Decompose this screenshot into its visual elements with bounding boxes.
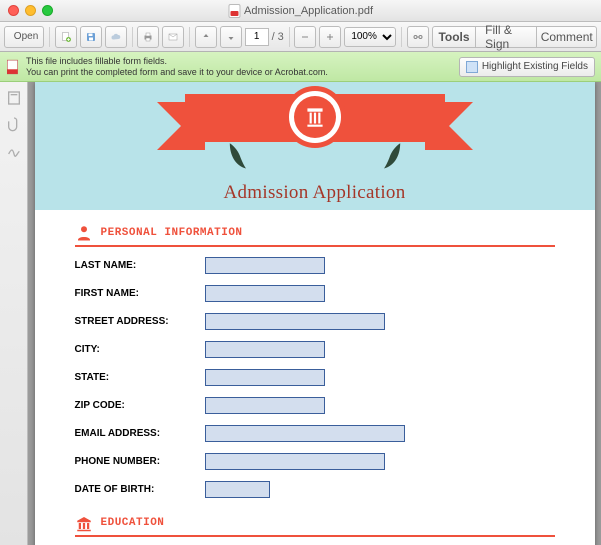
floppy-disk-icon <box>85 30 97 44</box>
pdf-file-icon <box>228 4 240 18</box>
input-email[interactable] <box>205 425 405 442</box>
label-last-name: LAST NAME: <box>75 260 205 271</box>
laurel-right-icon <box>375 137 411 173</box>
input-state[interactable] <box>205 369 325 386</box>
cloud-icon <box>110 30 122 44</box>
medallion <box>284 86 346 148</box>
page-number-input[interactable] <box>245 28 269 46</box>
label-city: CITY: <box>75 344 205 355</box>
zoom-window-button[interactable] <box>42 5 53 16</box>
document-stage: Admission Application PERSONAL INFORMATI… <box>0 82 601 545</box>
document-plus-icon <box>60 30 72 44</box>
label-email: EMAIL ADDRESS: <box>75 428 205 439</box>
input-city[interactable] <box>205 341 325 358</box>
label-street: STREET ADDRESS: <box>75 316 205 327</box>
zoom-in-button[interactable] <box>319 26 341 48</box>
label-first-name: FIRST NAME: <box>75 288 205 299</box>
laurel-left-icon <box>219 137 255 173</box>
input-street[interactable] <box>205 313 385 330</box>
page-separator: / <box>272 31 275 43</box>
plus-icon <box>324 30 336 44</box>
cloud-button[interactable] <box>105 26 127 48</box>
fill-sign-button[interactable]: Fill & Sign <box>476 26 537 48</box>
section-personal-header: PERSONAL INFORMATION <box>75 224 555 247</box>
nav-sidebar <box>0 82 28 545</box>
section-education-header: EDUCATION <box>75 514 555 537</box>
column-icon <box>302 104 328 130</box>
person-icon <box>75 224 93 242</box>
label-zip: ZIP CODE: <box>75 400 205 411</box>
arrow-down-icon <box>225 30 237 44</box>
thumbnails-icon[interactable] <box>6 90 22 106</box>
notice-text: This file includes fillable form fields.… <box>26 56 328 77</box>
page-scroll-area[interactable]: Admission Application PERSONAL INFORMATI… <box>28 82 601 545</box>
page-down-button[interactable] <box>220 26 242 48</box>
main-toolbar: Open / 3 100% Tools Fill & Sign Comment <box>0 22 601 52</box>
window-titlebar: Admission_Application.pdf <box>0 0 601 22</box>
print-button[interactable] <box>137 26 159 48</box>
create-pdf-button[interactable] <box>55 26 77 48</box>
input-first-name[interactable] <box>205 285 325 302</box>
link-icon <box>412 30 424 44</box>
input-last-name[interactable] <box>205 257 325 274</box>
printer-icon <box>142 30 154 44</box>
attachments-icon[interactable] <box>6 116 22 132</box>
ribbon <box>185 94 445 142</box>
input-dob[interactable] <box>205 481 270 498</box>
zoom-out-button[interactable] <box>294 26 316 48</box>
pdf-page: Admission Application PERSONAL INFORMATI… <box>35 82 595 545</box>
open-button[interactable]: Open <box>4 26 44 48</box>
highlight-fields-button[interactable]: Highlight Existing Fields <box>459 57 595 77</box>
tools-button[interactable]: Tools <box>432 26 476 48</box>
form-body: PERSONAL INFORMATION LAST NAME: FIRST NA… <box>35 210 595 537</box>
institution-icon <box>75 514 93 532</box>
page-total: 3 <box>278 31 284 43</box>
label-phone: PHONE NUMBER: <box>75 456 205 467</box>
envelope-icon <box>167 30 179 44</box>
window-title: Admission_Application.pdf <box>228 4 373 18</box>
pdf-form-icon <box>6 59 20 75</box>
comment-button[interactable]: Comment <box>537 26 597 48</box>
window-controls <box>8 5 53 16</box>
arrow-up-icon <box>200 30 212 44</box>
document-title: Admission Application <box>223 182 405 204</box>
toolbar-right-group: Tools Fill & Sign Comment <box>432 26 597 48</box>
minus-icon <box>299 30 311 44</box>
window-filename: Admission_Application.pdf <box>244 5 373 17</box>
zoom-select[interactable]: 100% <box>344 27 396 47</box>
header-banner: Admission Application <box>35 82 595 210</box>
input-phone[interactable] <box>205 453 385 470</box>
page-up-button[interactable] <box>195 26 217 48</box>
form-notice-bar: This file includes fillable form fields.… <box>0 52 601 82</box>
close-window-button[interactable] <box>8 5 19 16</box>
signatures-icon[interactable] <box>6 142 22 158</box>
label-state: STATE: <box>75 372 205 383</box>
email-button[interactable] <box>162 26 184 48</box>
highlight-swatch-icon <box>466 61 478 73</box>
input-zip[interactable] <box>205 397 325 414</box>
minimize-window-button[interactable] <box>25 5 36 16</box>
save-button[interactable] <box>80 26 102 48</box>
label-dob: DATE OF BIRTH: <box>75 484 205 495</box>
share-button[interactable] <box>407 26 429 48</box>
